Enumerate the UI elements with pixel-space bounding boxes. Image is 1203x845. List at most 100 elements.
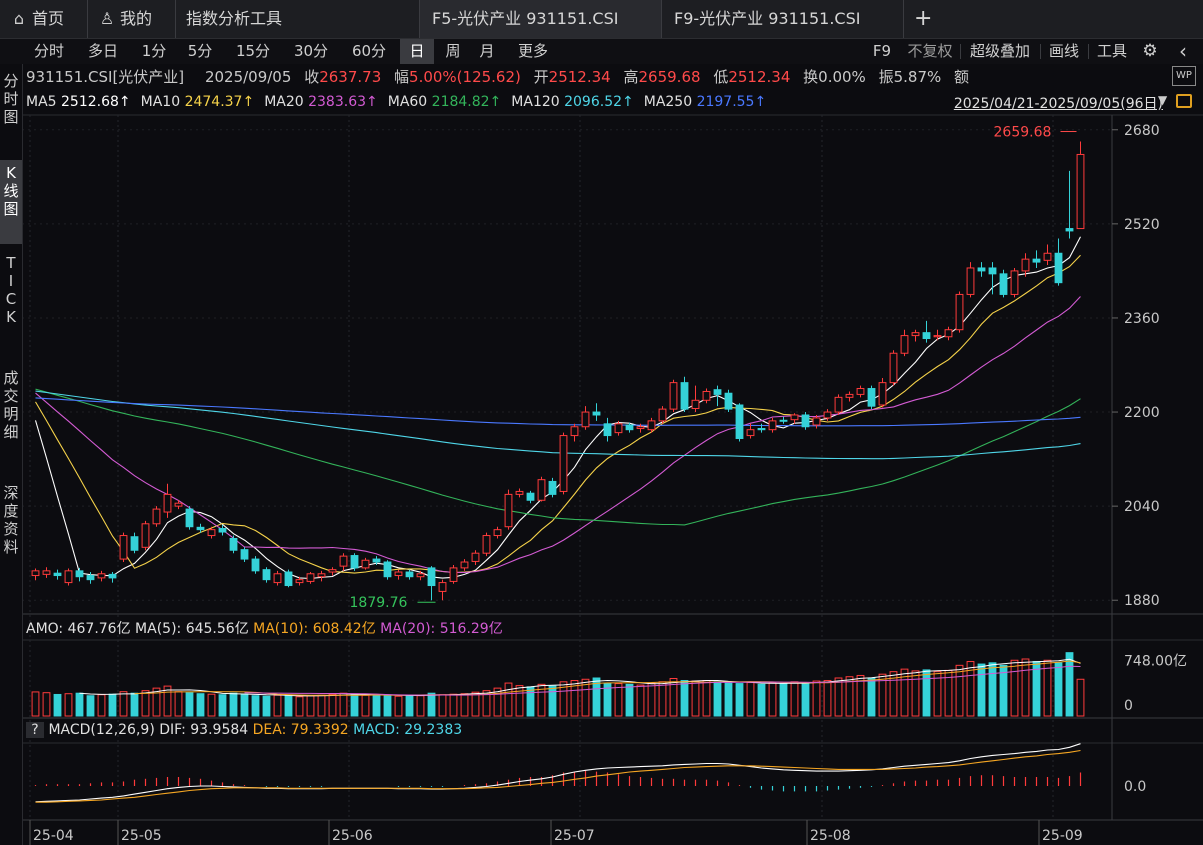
candle-body [867, 388, 876, 407]
side-nav-depth[interactable]: 深度资料 [0, 484, 22, 556]
volume-bar [372, 694, 381, 717]
candle-body [152, 508, 161, 525]
volume-bar [713, 681, 722, 717]
tab-index-tool[interactable]: 指数分析工具 [176, 0, 420, 38]
ma-legend-value: 2383.63↑ [308, 94, 378, 110]
lock-icon[interactable] [1176, 94, 1192, 108]
period-15min[interactable]: 15分 [226, 39, 280, 64]
tab-f9[interactable]: F9-光伏产业 931151.CSI [662, 0, 904, 38]
ma-legend-value: 2096.52↑ [564, 94, 634, 110]
volume-bar [691, 680, 700, 717]
help-icon[interactable]: ? [26, 722, 44, 738]
ma-legend-label: MA250 [643, 94, 697, 110]
volume-bar [262, 695, 271, 717]
change-value: 5.00%(125.62) [409, 68, 521, 86]
low-marker: 1879.76 [350, 595, 408, 611]
ma-lines [34, 236, 1081, 580]
candle-body [1010, 270, 1019, 295]
open-label: 开 [533, 68, 549, 86]
candle-body [438, 582, 447, 592]
candle-body [955, 293, 964, 331]
volume-bar [306, 695, 315, 717]
date-range[interactable]: 2025/04/21-2025/09/05(96日) [954, 93, 1163, 113]
candle-body [1032, 258, 1041, 263]
low-label: 低 [713, 68, 729, 86]
price-axis-label: 1880 [1124, 593, 1160, 609]
volume-bar [229, 692, 238, 717]
candle-body [240, 549, 249, 560]
tab-mine[interactable]: ♙ 我的 [88, 0, 176, 38]
candle-body [724, 392, 733, 410]
volume-bar [757, 683, 766, 717]
tab-home[interactable]: ⌂ 首页 [0, 0, 88, 38]
f9-button[interactable]: F9 [868, 39, 896, 64]
tab-index-tool-label: 指数分析工具 [186, 9, 283, 28]
candle-body [856, 388, 865, 395]
candle-body [372, 558, 381, 563]
volume-bar [790, 681, 799, 717]
side-nav-fenshi[interactable]: 分时图 [0, 72, 22, 126]
tab-f5-label: F5-光伏产业 931151.CSI [432, 9, 619, 28]
volume-bar [812, 680, 821, 717]
period-5min[interactable]: 5分 [180, 39, 220, 64]
volume-bar [405, 694, 414, 717]
candle-body [196, 526, 205, 531]
volume-bar [141, 690, 150, 717]
no-adjust-button[interactable]: 不复权 [900, 39, 960, 64]
collapse-chevron-icon[interactable]: ‹ [1168, 39, 1198, 64]
date-axis-label: 25-07 [554, 828, 595, 844]
volume-bar [427, 692, 436, 717]
tab-f5[interactable]: F5-光伏产业 931151.CSI [420, 0, 662, 38]
tab-f9-label: F9-光伏产业 931151.CSI [674, 9, 861, 28]
candle-body [922, 332, 931, 340]
period-1min[interactable]: 1分 [134, 39, 174, 64]
chart-canvas[interactable]: 2680 2520 2360 2200 2040 1880 2659.68 1879.76 74… [0, 0, 1203, 845]
period-month[interactable]: 月 [472, 39, 502, 64]
period-30min[interactable]: 30分 [284, 39, 338, 64]
candle-body [174, 502, 183, 507]
candle-body [75, 570, 84, 578]
candle-body [119, 535, 128, 560]
volume-bar [955, 664, 964, 717]
add-tab-button[interactable]: + [904, 0, 944, 38]
ma-legend-row: MA5 2512.68↑ MA10 2474.37↑ MA20 2383.63↑ MA… [26, 92, 776, 112]
candle-body [911, 332, 920, 337]
candles [31, 141, 1085, 601]
candle-body [141, 523, 150, 548]
volume-bar [823, 680, 832, 717]
candle-body [801, 414, 810, 428]
volume-bar [328, 693, 337, 717]
candle-body [427, 567, 436, 587]
side-nav-tick[interactable]: TICK [0, 254, 22, 326]
period-fenshi[interactable]: 分时 [26, 39, 72, 64]
dropdown-triangle-icon[interactable]: ▼ [1158, 93, 1167, 107]
candle-body [229, 537, 238, 551]
period-60min[interactable]: 60分 [342, 39, 396, 64]
super-overlay-button[interactable]: 超级叠加 [962, 39, 1038, 64]
side-nav-kline[interactable]: K线图 [0, 160, 22, 244]
period-duori[interactable]: 多日 [80, 39, 126, 64]
amo-ma20: MA(20): 516.29亿 [380, 621, 503, 637]
candle-body [526, 492, 535, 501]
high-marker: 2659.68 [994, 125, 1052, 141]
volume-bar [449, 693, 458, 717]
volume-bar [801, 682, 810, 717]
candle-body [515, 490, 524, 495]
draw-line-button[interactable]: 画线 [1042, 39, 1086, 64]
period-more[interactable]: 更多 [508, 39, 558, 64]
tools-button[interactable]: 工具 [1090, 39, 1134, 64]
settings-gear-icon[interactable]: ⚙ [1138, 39, 1162, 64]
volume-bar [394, 695, 403, 717]
side-nav-trades[interactable]: 成交明细 [0, 369, 22, 441]
candle-body [603, 423, 612, 437]
close-label: 收 [304, 68, 320, 86]
amount-label: 额 [954, 68, 970, 86]
period-week[interactable]: 周 [438, 39, 468, 64]
candle-body [273, 573, 282, 584]
candle-body [669, 382, 678, 410]
macd-axis-label: 0.0 [1124, 779, 1146, 795]
wp-icon[interactable]: WP [1172, 66, 1196, 86]
period-day[interactable]: 日 [400, 39, 434, 64]
volume-bar [240, 693, 249, 717]
volume-bar [735, 683, 744, 717]
